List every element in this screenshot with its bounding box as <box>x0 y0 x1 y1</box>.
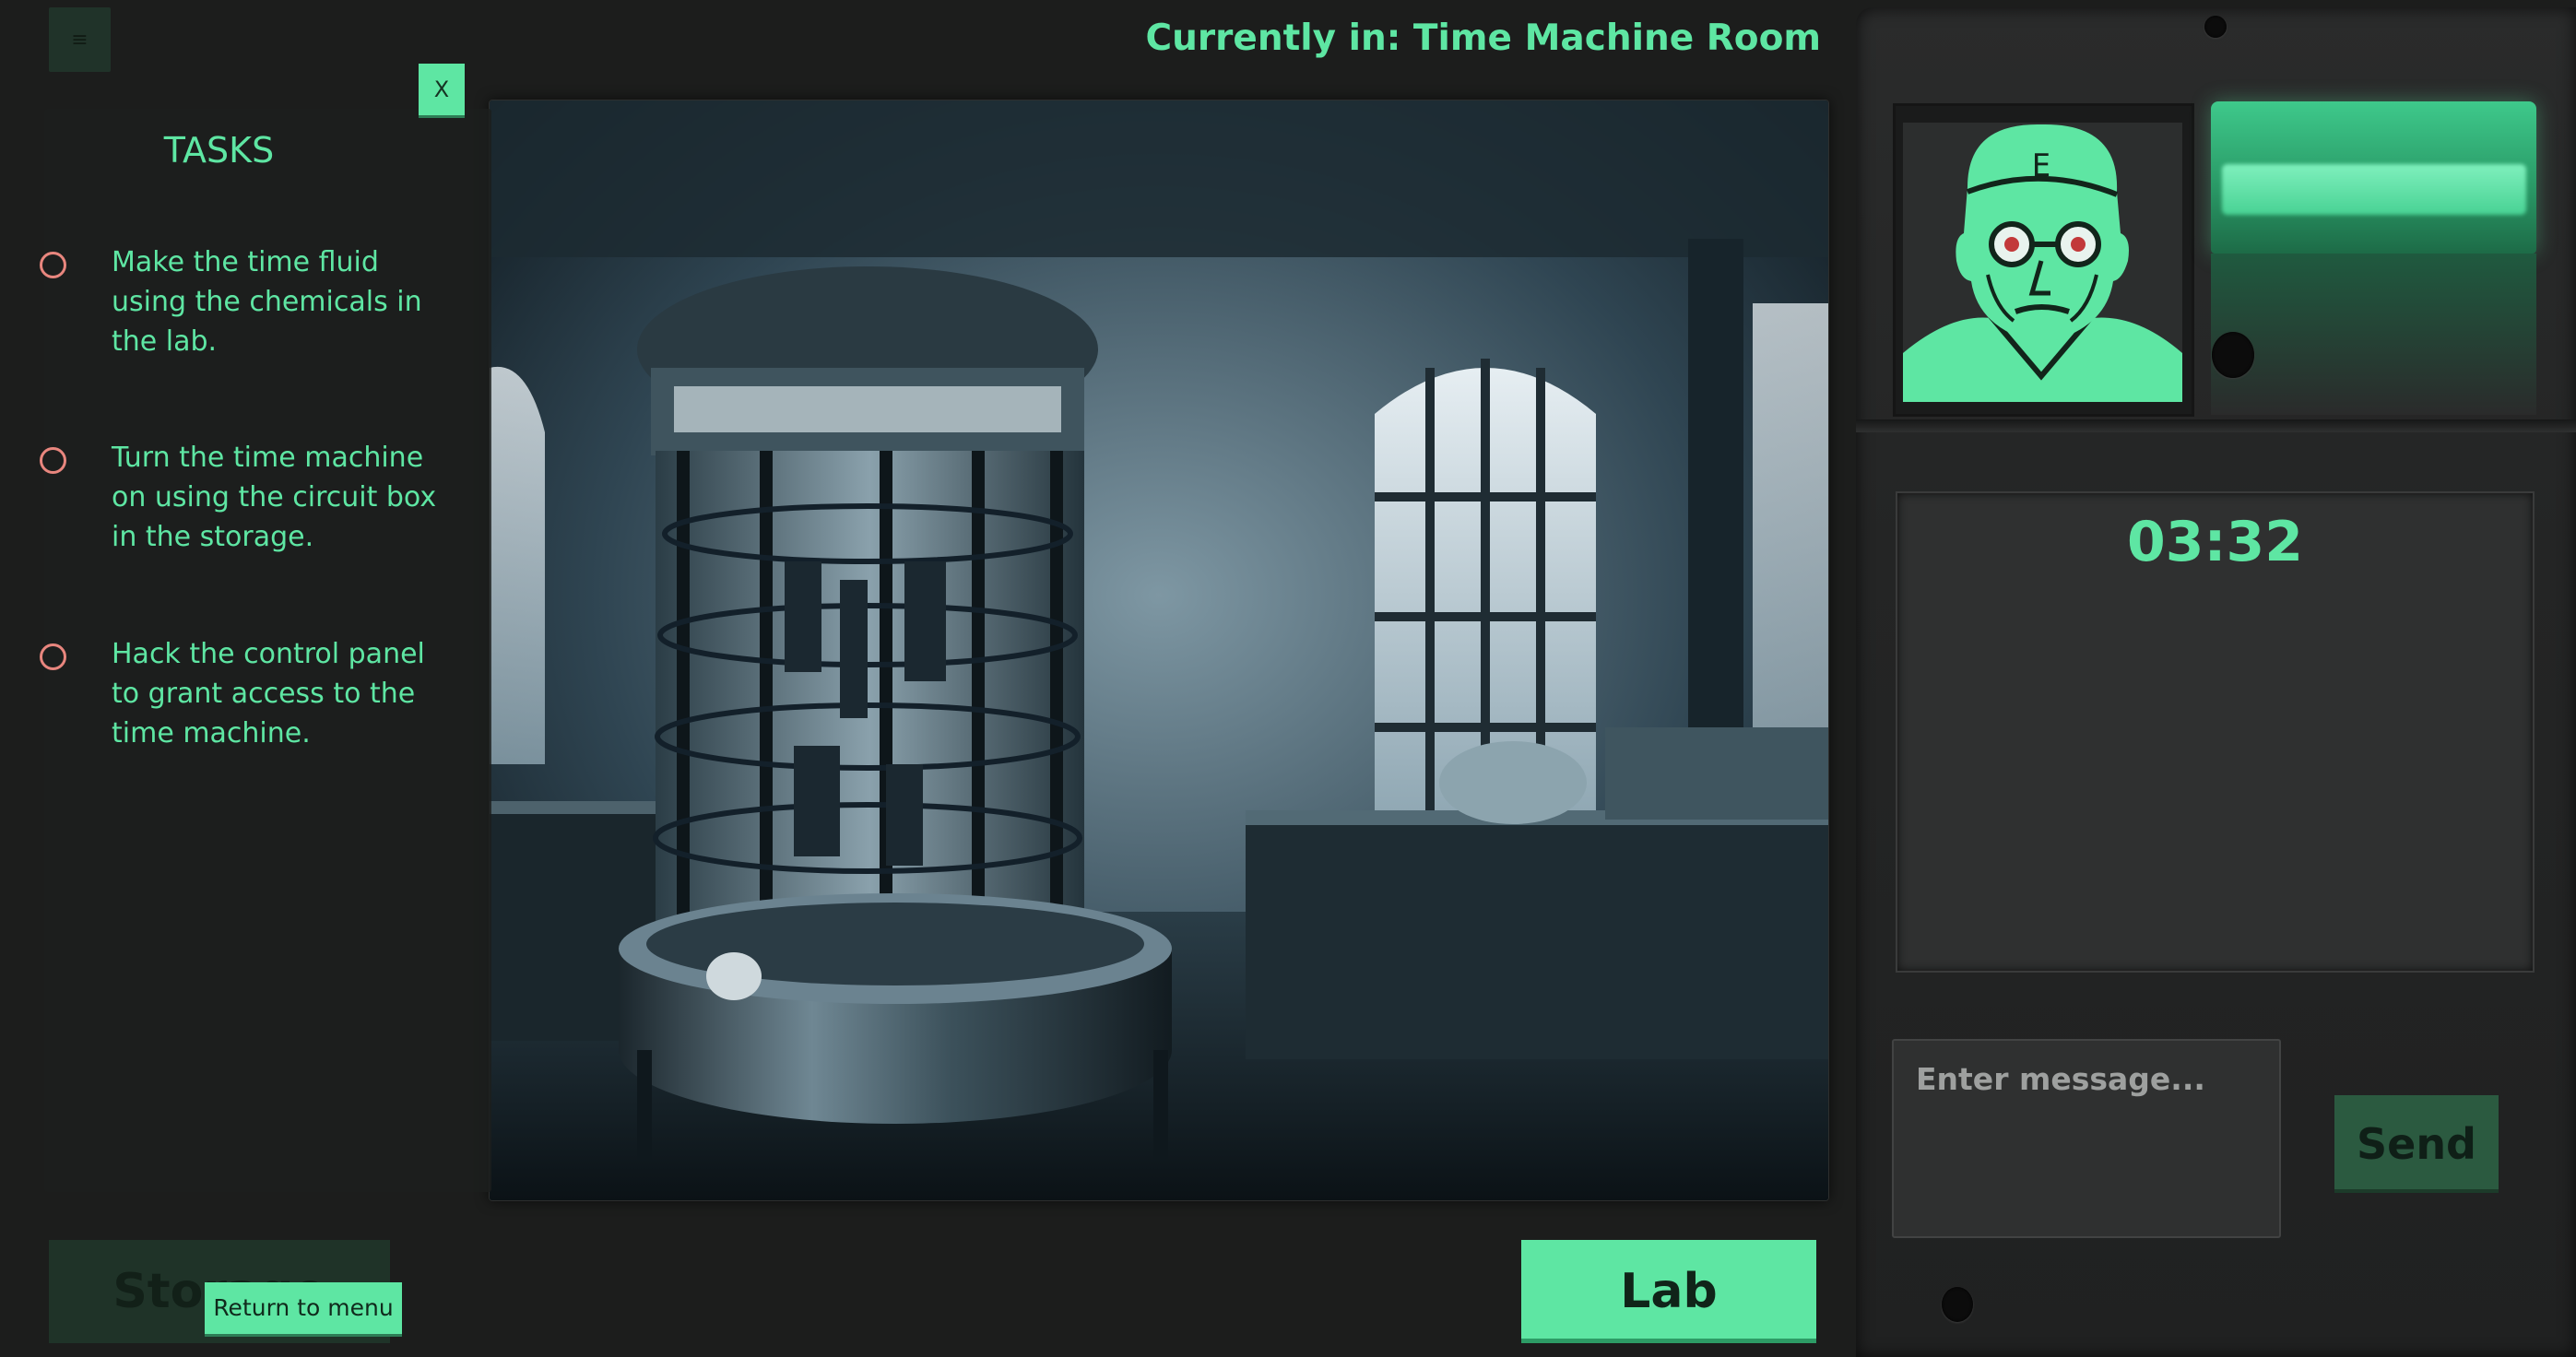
time-machine-room-image <box>490 100 1828 1200</box>
room-scene[interactable] <box>489 100 1829 1201</box>
message-input[interactable] <box>1892 1039 2281 1238</box>
tasks-title: TASKS <box>163 130 275 171</box>
status-light-glow <box>2211 254 2536 415</box>
send-message-button[interactable]: Send <box>2334 1095 2499 1193</box>
svg-text:E: E <box>2032 148 2050 184</box>
task-text: Make the time fluid using the chemicals … <box>112 246 422 358</box>
return-to-menu-button[interactable]: Return to menu <box>205 1282 402 1337</box>
task-text: Turn the time machine on using the circu… <box>112 442 437 553</box>
hamburger-menu-button[interactable]: ≡ <box>49 7 111 72</box>
scientist-portrait-icon: E <box>1903 123 2182 402</box>
task-item: Make the time fluid using the chemicals … <box>37 242 452 362</box>
close-tasks-button[interactable]: X <box>419 64 465 118</box>
speaker-hole-icon <box>2212 332 2254 378</box>
go-to-lab-button[interactable]: Lab <box>1521 1240 1816 1343</box>
task-item: Turn the time machine on using the circu… <box>37 438 452 558</box>
hamburger-menu-icon: ≡ <box>71 28 89 52</box>
task-status-circle-icon[interactable] <box>40 252 66 278</box>
task-status-circle-icon[interactable] <box>40 643 66 670</box>
scientist-avatar: E <box>1903 123 2182 402</box>
task-item: Hack the control panel to grant access t… <box>37 634 452 754</box>
countdown-timer: 03:32 <box>2127 510 2303 574</box>
task-text: Hack the control panel to grant access t… <box>112 638 425 749</box>
screw-icon <box>2204 16 2227 38</box>
device-divider <box>1856 419 2576 432</box>
status-light-bar <box>2222 164 2526 215</box>
task-status-circle-icon[interactable] <box>40 447 66 474</box>
current-location-label: Currently in: Time Machine Room <box>1145 18 1821 59</box>
screw-icon <box>1942 1287 1973 1322</box>
